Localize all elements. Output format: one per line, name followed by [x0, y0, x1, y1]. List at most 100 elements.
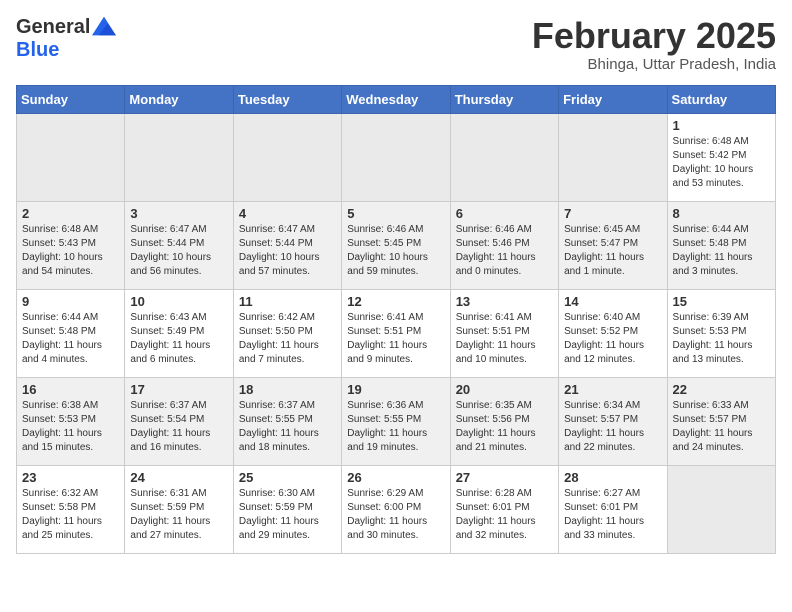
day-number: 25 [239, 470, 336, 485]
calendar-cell [450, 113, 558, 201]
day-number: 20 [456, 382, 553, 397]
day-number: 27 [456, 470, 553, 485]
calendar-cell: 2 Sunrise: 6:48 AM Sunset: 5:43 PM Daylig… [17, 201, 125, 289]
calendar-week-3: 9 Sunrise: 6:44 AM Sunset: 5:48 PM Daylig… [17, 289, 776, 377]
calendar-cell: 11 Sunrise: 6:42 AM Sunset: 5:50 PM Dayli… [233, 289, 341, 377]
day-info: Sunrise: 6:48 AM Sunset: 5:42 PM Dayligh… [673, 135, 770, 191]
day-info: Sunrise: 6:37 AM Sunset: 5:54 PM Dayligh… [130, 399, 227, 455]
day-info: Sunrise: 6:46 AM Sunset: 5:46 PM Dayligh… [456, 223, 553, 279]
day-info: Sunrise: 6:40 AM Sunset: 5:52 PM Dayligh… [564, 311, 661, 367]
day-info: Sunrise: 6:39 AM Sunset: 5:53 PM Dayligh… [673, 311, 770, 367]
calendar-cell: 21Sunrise: 6:34 AM Sunset: 5:57 PM Dayli… [559, 377, 667, 465]
calendar-cell: 23 Sunrise: 6:32 AM Sunset: 5:58 PM Dayli… [17, 465, 125, 553]
calendar-cell: 3 Sunrise: 6:47 AM Sunset: 5:44 PM Daylig… [125, 201, 233, 289]
day-number: 4 [239, 206, 336, 221]
calendar-cell: 9 Sunrise: 6:44 AM Sunset: 5:48 PM Daylig… [17, 289, 125, 377]
day-number: 28 [564, 470, 661, 485]
day-info: Sunrise: 6:47 AM Sunset: 5:44 PM Dayligh… [239, 223, 336, 279]
calendar-cell: 10 Sunrise: 6:43 AM Sunset: 5:49 PM Dayli… [125, 289, 233, 377]
day-number: 9 [22, 294, 119, 309]
calendar-header-monday: Monday [125, 85, 233, 113]
day-number: 10 [130, 294, 227, 309]
calendar-cell [342, 113, 450, 201]
calendar-cell: 16 Sunrise: 6:38 AM Sunset: 5:53 PM Dayli… [17, 377, 125, 465]
day-number: 17 [130, 382, 227, 397]
calendar-week-1: 1Sunrise: 6:48 AM Sunset: 5:42 PM Daylig… [17, 113, 776, 201]
calendar-cell: 22 Sunrise: 6:33 AM Sunset: 5:57 PM Dayli… [667, 377, 775, 465]
day-number: 16 [22, 382, 119, 397]
day-info: Sunrise: 6:41 AM Sunset: 5:51 PM Dayligh… [347, 311, 444, 367]
day-info: Sunrise: 6:29 AM Sunset: 6:00 PM Dayligh… [347, 487, 444, 543]
calendar-cell: 1Sunrise: 6:48 AM Sunset: 5:42 PM Daylig… [667, 113, 775, 201]
day-number: 21 [564, 382, 661, 397]
calendar-cell: 28 Sunrise: 6:27 AM Sunset: 6:01 PM Dayli… [559, 465, 667, 553]
calendar-cell: 12 Sunrise: 6:41 AM Sunset: 5:51 PM Dayli… [342, 289, 450, 377]
day-info: Sunrise: 6:36 AM Sunset: 5:55 PM Dayligh… [347, 399, 444, 455]
calendar-cell [667, 465, 775, 553]
day-info: Sunrise: 6:37 AM Sunset: 5:55 PM Dayligh… [239, 399, 336, 455]
day-number: 3 [130, 206, 227, 221]
day-info: Sunrise: 6:44 AM Sunset: 5:48 PM Dayligh… [22, 311, 119, 367]
calendar-cell: 26Sunrise: 6:29 AM Sunset: 6:00 PM Dayli… [342, 465, 450, 553]
calendar-cell: 19 Sunrise: 6:36 AM Sunset: 5:55 PM Dayli… [342, 377, 450, 465]
calendar-cell [125, 113, 233, 201]
day-number: 14 [564, 294, 661, 309]
day-number: 6 [456, 206, 553, 221]
title-area: February 2025 Bhinga, Uttar Pradesh, Ind… [532, 16, 776, 73]
day-info: Sunrise: 6:45 AM Sunset: 5:47 PM Dayligh… [564, 223, 661, 279]
day-number: 23 [22, 470, 119, 485]
calendar-header-tuesday: Tuesday [233, 85, 341, 113]
header: General Blue February 2025 Bhinga, Uttar… [16, 16, 776, 73]
day-number: 19 [347, 382, 444, 397]
calendar-cell: 6 Sunrise: 6:46 AM Sunset: 5:46 PM Daylig… [450, 201, 558, 289]
logo: General Blue [16, 16, 116, 62]
logo-icon [92, 16, 116, 36]
month-title: February 2025 [532, 16, 776, 56]
day-number: 7 [564, 206, 661, 221]
logo-general-text: General [16, 16, 90, 39]
day-number: 2 [22, 206, 119, 221]
day-info: Sunrise: 6:48 AM Sunset: 5:43 PM Dayligh… [22, 223, 119, 279]
day-number: 13 [456, 294, 553, 309]
calendar-cell: 13 Sunrise: 6:41 AM Sunset: 5:51 PM Dayli… [450, 289, 558, 377]
day-info: Sunrise: 6:31 AM Sunset: 5:59 PM Dayligh… [130, 487, 227, 543]
calendar-header-thursday: Thursday [450, 85, 558, 113]
day-number: 18 [239, 382, 336, 397]
calendar-header-row: SundayMondayTuesdayWednesdayThursdayFrid… [17, 85, 776, 113]
day-info: Sunrise: 6:38 AM Sunset: 5:53 PM Dayligh… [22, 399, 119, 455]
day-info: Sunrise: 6:47 AM Sunset: 5:44 PM Dayligh… [130, 223, 227, 279]
calendar-header-friday: Friday [559, 85, 667, 113]
logo-blue-text: Blue [16, 39, 59, 62]
day-number: 5 [347, 206, 444, 221]
day-info: Sunrise: 6:30 AM Sunset: 5:59 PM Dayligh… [239, 487, 336, 543]
calendar-table: SundayMondayTuesdayWednesdayThursdayFrid… [16, 85, 776, 554]
day-number: 22 [673, 382, 770, 397]
calendar-cell: 7 Sunrise: 6:45 AM Sunset: 5:47 PM Daylig… [559, 201, 667, 289]
calendar-cell [559, 113, 667, 201]
day-info: Sunrise: 6:41 AM Sunset: 5:51 PM Dayligh… [456, 311, 553, 367]
day-number: 8 [673, 206, 770, 221]
calendar-cell: 15Sunrise: 6:39 AM Sunset: 5:53 PM Dayli… [667, 289, 775, 377]
day-info: Sunrise: 6:27 AM Sunset: 6:01 PM Dayligh… [564, 487, 661, 543]
calendar-cell: 25 Sunrise: 6:30 AM Sunset: 5:59 PM Dayli… [233, 465, 341, 553]
calendar-cell: 24 Sunrise: 6:31 AM Sunset: 5:59 PM Dayli… [125, 465, 233, 553]
day-info: Sunrise: 6:33 AM Sunset: 5:57 PM Dayligh… [673, 399, 770, 455]
calendar-cell: 18 Sunrise: 6:37 AM Sunset: 5:55 PM Dayli… [233, 377, 341, 465]
calendar-week-4: 16 Sunrise: 6:38 AM Sunset: 5:53 PM Dayli… [17, 377, 776, 465]
day-info: Sunrise: 6:32 AM Sunset: 5:58 PM Dayligh… [22, 487, 119, 543]
calendar-header-sunday: Sunday [17, 85, 125, 113]
day-info: Sunrise: 6:42 AM Sunset: 5:50 PM Dayligh… [239, 311, 336, 367]
calendar-cell: 4 Sunrise: 6:47 AM Sunset: 5:44 PM Daylig… [233, 201, 341, 289]
day-number: 12 [347, 294, 444, 309]
calendar-week-2: 2 Sunrise: 6:48 AM Sunset: 5:43 PM Daylig… [17, 201, 776, 289]
day-info: Sunrise: 6:46 AM Sunset: 5:45 PM Dayligh… [347, 223, 444, 279]
day-number: 24 [130, 470, 227, 485]
calendar-cell [233, 113, 341, 201]
location-text: Bhinga, Uttar Pradesh, India [532, 56, 776, 73]
day-info: Sunrise: 6:43 AM Sunset: 5:49 PM Dayligh… [130, 311, 227, 367]
day-number: 11 [239, 294, 336, 309]
calendar-cell: 14 Sunrise: 6:40 AM Sunset: 5:52 PM Dayli… [559, 289, 667, 377]
calendar-cell [17, 113, 125, 201]
calendar-header-saturday: Saturday [667, 85, 775, 113]
calendar-cell: 20Sunrise: 6:35 AM Sunset: 5:56 PM Dayli… [450, 377, 558, 465]
